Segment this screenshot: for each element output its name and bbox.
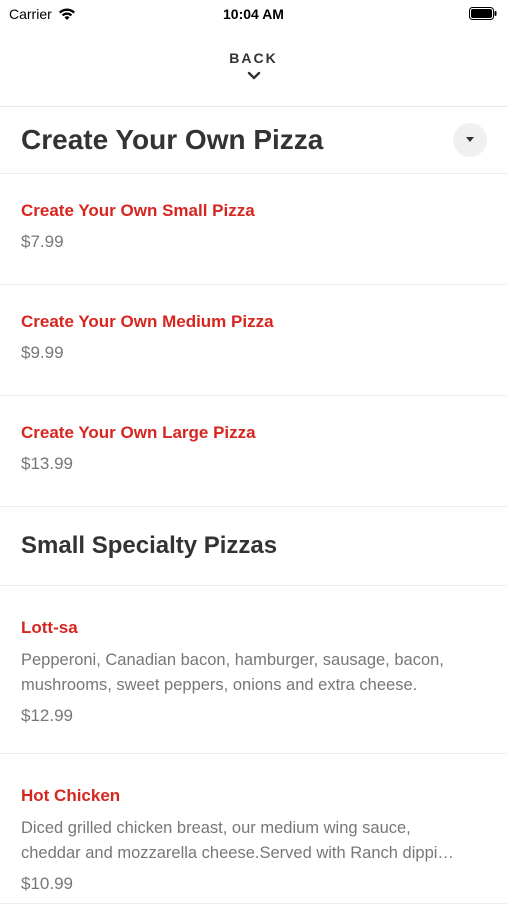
menu-item[interactable]: Create Your Own Large Pizza $13.99 <box>0 396 507 507</box>
item-name: Create Your Own Small Pizza <box>21 201 255 220</box>
item-name: Lott-sa <box>21 618 78 637</box>
menu-item[interactable]: Hot Chicken Diced grilled chicken breast… <box>0 754 507 904</box>
category-header: Create Your Own Pizza <box>0 107 507 174</box>
item-price: $10.99 <box>21 874 73 893</box>
back-label: BACK <box>229 50 278 66</box>
item-description-line: Pepperoni, Canadian bacon, hamburger, sa… <box>21 651 444 669</box>
item-description-line: cheddar and mozzarella cheese.Served wit… <box>21 844 454 862</box>
battery-icon <box>469 7 497 20</box>
item-price: $9.99 <box>21 343 64 362</box>
caret-down-icon <box>466 137 474 142</box>
item-price: $13.99 <box>21 454 73 473</box>
item-price: $7.99 <box>21 232 64 251</box>
menu-item[interactable]: Lott-sa Pepperoni, Canadian bacon, hambu… <box>0 586 507 754</box>
menu-item[interactable]: Create Your Own Small Pizza $7.99 <box>0 174 507 285</box>
back-button[interactable]: BACK <box>0 28 507 107</box>
clock: 10:04 AM <box>223 6 284 22</box>
item-description: Pepperoni, Canadian bacon, hamburger, sa… <box>21 648 486 698</box>
category-dropdown-button[interactable] <box>453 123 487 157</box>
item-description: Diced grilled chicken breast, our medium… <box>21 816 486 866</box>
section-heading: Small Specialty Pizzas <box>0 507 507 586</box>
item-name: Create Your Own Medium Pizza <box>21 312 274 331</box>
item-description-line: Diced grilled chicken breast, our medium… <box>21 819 411 837</box>
chevron-down-icon <box>247 68 261 86</box>
status-bar: Carrier 10:04 AM <box>0 0 507 28</box>
item-description-line: mushrooms, sweet peppers, onions and ext… <box>21 676 418 694</box>
item-name: Create Your Own Large Pizza <box>21 423 256 442</box>
item-name: Hot Chicken <box>21 786 121 805</box>
menu-item[interactable]: Create Your Own Medium Pizza $9.99 <box>0 285 507 396</box>
category-title: Create Your Own Pizza <box>21 124 324 155</box>
item-price: $12.99 <box>21 706 73 725</box>
